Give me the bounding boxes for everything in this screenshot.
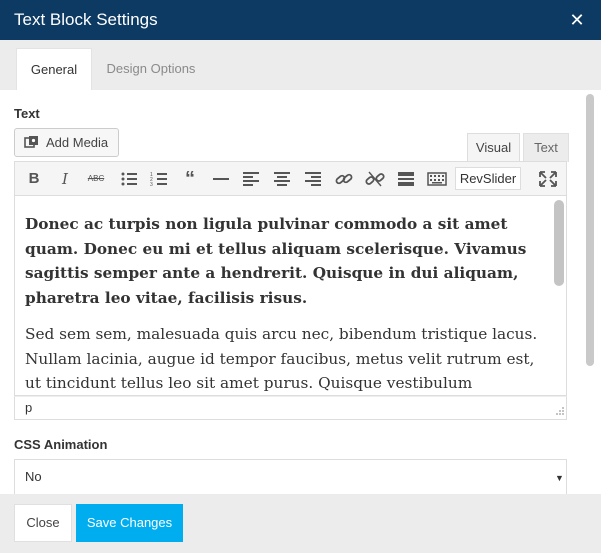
save-changes-button[interactable]: Save Changes: [76, 504, 183, 542]
toolbar-toggle-icon[interactable]: [427, 170, 447, 188]
bullet-list-icon[interactable]: [119, 170, 139, 188]
text-editor[interactable]: Donec ac turpis non ligula pulvinar comm…: [14, 196, 567, 396]
add-media-label: Add Media: [46, 135, 109, 150]
align-center-icon[interactable]: [272, 170, 292, 188]
text-field-label: Text: [14, 106, 40, 121]
close-icon[interactable]: ✕: [568, 11, 586, 29]
editor-content[interactable]: Donec ac turpis non ligula pulvinar comm…: [25, 212, 545, 395]
chevron-down-icon: ▼: [555, 473, 564, 483]
close-button[interactable]: Close: [14, 504, 72, 542]
css-animation-select[interactable]: No ▼: [14, 459, 567, 494]
editor-scrollbar[interactable]: [552, 198, 566, 394]
editor-scrollbar-thumb[interactable]: [554, 200, 564, 286]
media-icon: [24, 136, 38, 148]
link-icon[interactable]: [334, 170, 354, 188]
revslider-button[interactable]: RevSlider: [455, 167, 521, 190]
editor-paragraph: Sed sem sem, malesuada quis arcu nec, bi…: [25, 325, 538, 392]
bold-icon[interactable]: B: [24, 170, 44, 188]
numbered-list-icon[interactable]: 123: [149, 170, 169, 188]
tab-design-options[interactable]: Design Options: [94, 48, 208, 90]
css-animation-label: CSS Animation: [14, 437, 108, 452]
align-left-icon[interactable]: [241, 170, 261, 188]
fullscreen-icon[interactable]: [538, 170, 558, 188]
editor-toolbar: B I ABC 123 “ RevSlider: [14, 161, 567, 196]
editor-statusbar: p: [14, 396, 567, 420]
panel-scrollbar[interactable]: [580, 90, 601, 494]
svg-text:3: 3: [150, 182, 153, 188]
strikethrough-icon[interactable]: ABC: [86, 170, 106, 188]
horizontal-rule-icon[interactable]: [211, 170, 231, 188]
add-media-button[interactable]: Add Media: [14, 128, 119, 157]
unlink-icon[interactable]: [365, 170, 385, 188]
element-path[interactable]: p: [25, 400, 32, 415]
dialog-titlebar: Text Block Settings ✕: [0, 0, 601, 40]
panel-scrollbar-thumb[interactable]: [586, 94, 594, 366]
dialog-title: Text Block Settings: [14, 10, 158, 29]
read-more-icon[interactable]: [396, 170, 416, 188]
css-animation-value: No: [25, 469, 42, 484]
align-right-icon[interactable]: [303, 170, 323, 188]
resize-grip-icon[interactable]: [555, 406, 565, 416]
tab-general[interactable]: General: [16, 48, 92, 91]
editor-paragraph-bold: Donec ac turpis non ligula pulvinar comm…: [25, 215, 527, 307]
editor-tab-visual[interactable]: Visual: [467, 133, 520, 162]
blockquote-icon[interactable]: “: [180, 169, 200, 189]
italic-icon[interactable]: I: [55, 170, 75, 188]
tabs-bar: General Design Options: [0, 40, 601, 91]
editor-tab-text[interactable]: Text: [523, 133, 569, 162]
